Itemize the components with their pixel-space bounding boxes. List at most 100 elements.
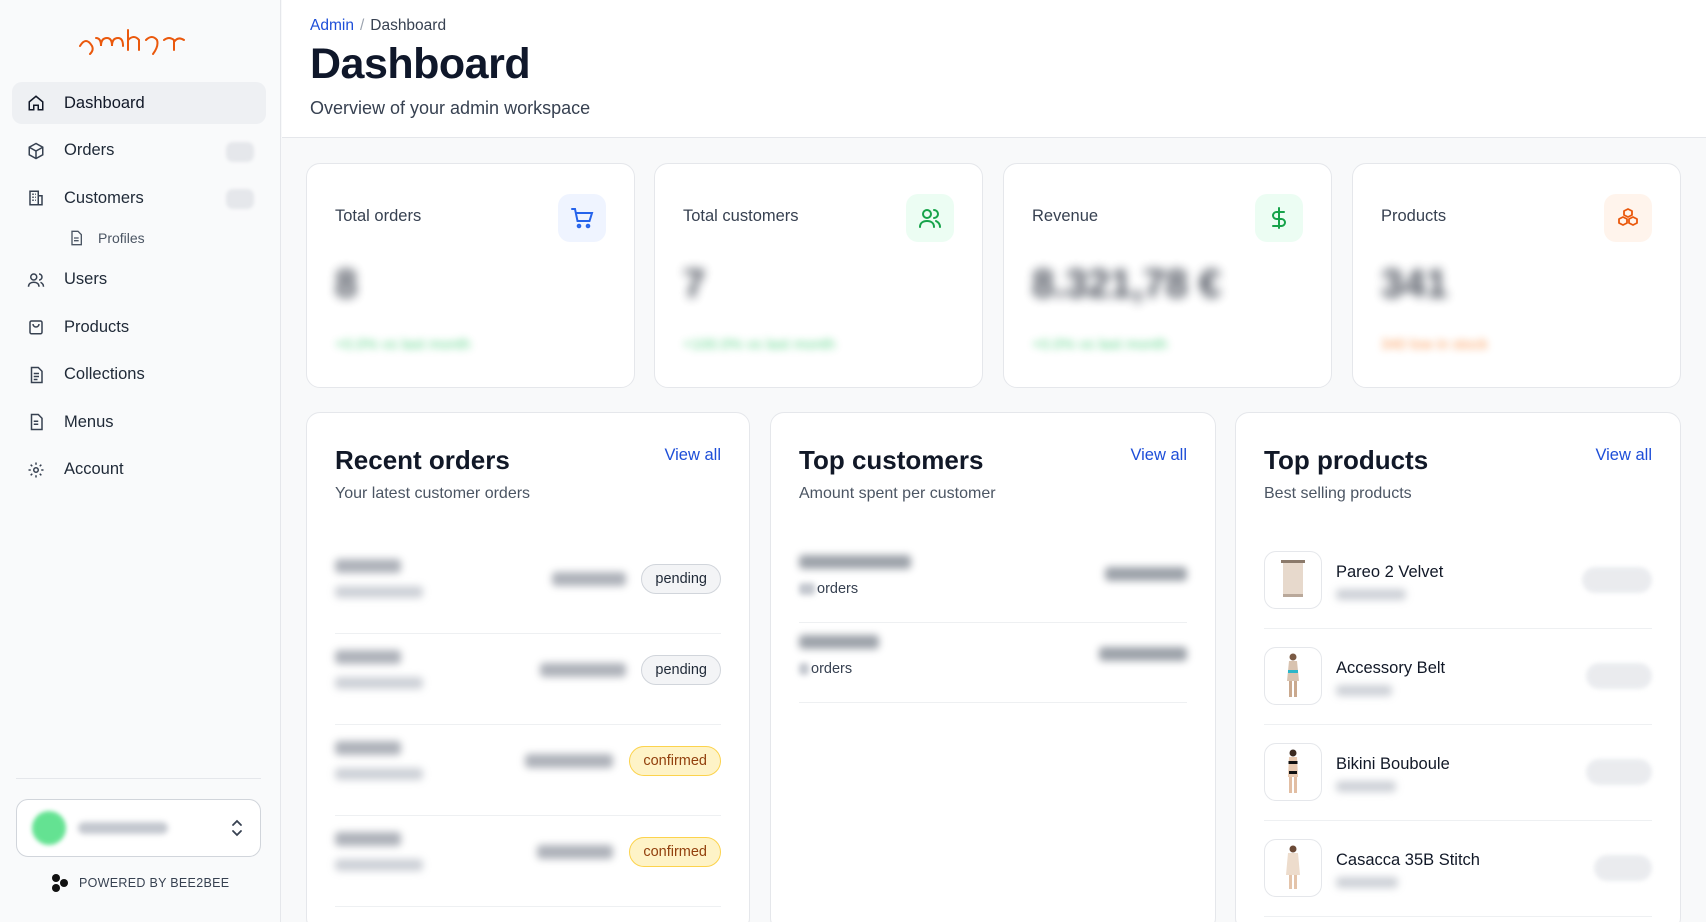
sidebar-item-label: Menus (64, 412, 114, 431)
sidebar-item-account[interactable]: Account (12, 449, 266, 491)
users-icon (26, 270, 46, 290)
cart-icon (558, 194, 606, 242)
stat-value: 8 (335, 262, 358, 306)
panel-subtitle: Your latest customer orders (335, 485, 531, 502)
customer-name (799, 635, 879, 649)
product-name: Casacca 35B Stitch (1336, 851, 1480, 869)
customers-list: orders orders (799, 543, 1187, 703)
sidebar-divider (16, 778, 261, 779)
sidebar-item-profiles[interactable]: Profiles (12, 221, 266, 255)
stat-delta: +0.0% vs last month (335, 336, 471, 353)
table-row[interactable]: pending (335, 543, 721, 634)
stat-card-products: Products 341 340 low in stock (1352, 163, 1681, 388)
order-customer (335, 586, 423, 598)
order-number (335, 559, 401, 573)
order-number (335, 741, 401, 755)
stat-value: 341 (1381, 262, 1448, 306)
list-item[interactable]: Bikini Bouboule (1264, 725, 1652, 821)
sidebar-item-label: Orders (64, 141, 115, 159)
powered-by[interactable]: POWERED BY BEE2BEE (50, 873, 229, 893)
list-item[interactable]: Casacca 35B Stitch (1264, 821, 1652, 917)
view-all-products-link[interactable]: View all (1595, 446, 1652, 465)
customer-amount (1099, 647, 1187, 661)
order-customer (335, 859, 423, 871)
product-sold-badge (1594, 855, 1652, 881)
customer-order-count: orders (799, 581, 858, 597)
sidebar-item-label: Dashboard (64, 93, 145, 112)
stat-label: Total customers (683, 207, 799, 225)
sidebar-item-products[interactable]: Products (12, 306, 266, 348)
panel-title: Top products (1264, 445, 1429, 475)
product-sold-badge (1586, 759, 1652, 785)
stat-delta: +100.0% vs last month (683, 336, 836, 353)
sidebar-nav: Dashboard Orders Customers Profiles User… (12, 82, 266, 496)
customer-amount (1105, 567, 1187, 581)
product-sold-badge (1586, 663, 1652, 689)
order-amount (537, 845, 613, 859)
bag-icon (26, 317, 46, 337)
sidebar-item-label: Users (64, 270, 108, 288)
account-switcher[interactable] (16, 799, 261, 857)
list-item[interactable]: orders (799, 623, 1187, 703)
status-badge: pending (641, 564, 721, 594)
table-row[interactable]: pending (335, 634, 721, 725)
sidebar-item-label: Products (64, 317, 130, 336)
stat-label: Total orders (335, 207, 422, 225)
order-count-value (799, 583, 815, 595)
page-subtitle: Overview of your admin workspace (310, 98, 591, 118)
stat-label: Revenue (1032, 207, 1099, 225)
table-row[interactable]: confirmed (335, 725, 721, 816)
panel-subtitle: Best selling products (1264, 485, 1412, 502)
status-badge: confirmed (629, 837, 721, 867)
product-meta (1336, 877, 1398, 888)
order-customer (335, 768, 423, 780)
page-header: Admin / Dashboard Dashboard Overview of yo… (282, 0, 1706, 138)
sidebar-item-collections[interactable]: Collections (12, 354, 266, 396)
product-meta (1336, 685, 1392, 696)
order-number (335, 650, 401, 664)
stat-delta: 340 low in stock (1381, 336, 1488, 353)
list-item[interactable]: Pareo 2 Velvet (1264, 533, 1652, 629)
sidebar-item-customers[interactable]: Customers (12, 177, 266, 219)
top-products-panel: Top products Best selling products View … (1235, 412, 1681, 922)
bee2bee-logo-icon (52, 874, 68, 892)
list-item[interactable]: Accessory Belt (1264, 629, 1652, 725)
view-all-orders-link[interactable]: View all (664, 446, 721, 465)
table-row[interactable]: confirmed (335, 816, 721, 907)
view-all-customers-link[interactable]: View all (1130, 446, 1187, 465)
avatar (32, 811, 66, 845)
user-email (78, 822, 168, 834)
sidebar-item-menus[interactable]: Menus (12, 401, 266, 443)
product-name: Accessory Belt (1336, 659, 1446, 677)
sidebar-item-orders[interactable]: Orders (12, 130, 266, 172)
sidebar-item-label: Profiles (98, 229, 145, 246)
order-amount (552, 572, 626, 586)
sidebar-item-dashboard[interactable]: Dashboard (12, 82, 266, 124)
order-number (335, 832, 401, 846)
status-badge: pending (641, 655, 721, 685)
chevron-updown-icon (232, 819, 242, 837)
product-meta (1336, 781, 1396, 792)
brand-logo[interactable] (78, 22, 202, 62)
top-customers-panel: Top customers Amount spent per customer … (770, 412, 1216, 922)
order-customer (335, 677, 423, 689)
panel-title: Top customers (799, 445, 984, 475)
panel-subtitle: Amount spent per customer (799, 485, 996, 502)
breadcrumb-admin-link[interactable]: Admin (310, 17, 354, 34)
sidebar-item-users[interactable]: Users (12, 259, 266, 301)
product-name: Pareo 2 Velvet (1336, 563, 1444, 581)
sidebar-item-label: Customers (64, 188, 144, 207)
product-thumbnail (1264, 551, 1322, 609)
dollar-icon (1255, 194, 1303, 242)
products-list: Pareo 2 Velvet Accessory Belt Bikini Bou… (1264, 533, 1652, 917)
document-icon (26, 365, 46, 385)
order-amount (540, 663, 626, 677)
orders-count-badge (226, 141, 254, 162)
product-thumbnail (1264, 839, 1322, 897)
product-meta (1336, 589, 1406, 600)
users-icon (906, 194, 954, 242)
product-thumbnail (1264, 647, 1322, 705)
list-item[interactable]: orders (799, 543, 1187, 623)
orders-label: orders (817, 581, 859, 597)
gear-icon (26, 460, 46, 480)
